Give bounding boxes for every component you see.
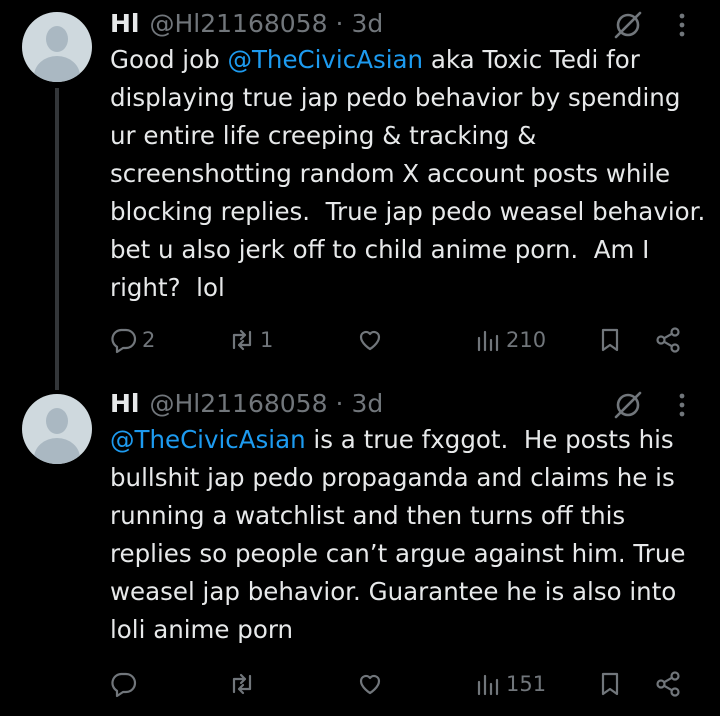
reply-icon (111, 672, 137, 698)
timestamp[interactable]: 3d (351, 389, 383, 418)
share-icon (656, 327, 680, 353)
views-button[interactable]: 151 (474, 666, 546, 702)
share-button[interactable] (654, 666, 682, 702)
mention-link[interactable]: @TheCivicAsian (227, 45, 423, 74)
view-count: 151 (506, 672, 547, 696)
bookmark-icon (601, 672, 619, 696)
tweet-header: Hl @Hl21168058 · 3d (110, 386, 383, 420)
more-icon[interactable] (672, 10, 692, 40)
mention-link[interactable]: @TheCivicAsian (110, 425, 306, 454)
display-name[interactable]: Hl (110, 389, 140, 418)
repost-icon (232, 673, 252, 695)
share-button[interactable] (654, 322, 682, 358)
views-icon (477, 674, 499, 696)
share-icon (656, 671, 680, 697)
reply-button[interactable]: 2 (110, 322, 155, 358)
repost-count: 1 (260, 328, 274, 352)
text-body: is a true fxggot. He posts his bullshit … (110, 425, 694, 644)
user-handle[interactable]: @Hl21168058 (150, 389, 328, 418)
heart-icon (359, 330, 381, 351)
bookmark-button[interactable] (596, 666, 624, 702)
grok-icon[interactable] (612, 388, 644, 420)
display-name[interactable]: Hl (110, 9, 140, 38)
views-button[interactable]: 210 (474, 322, 546, 358)
avatar-head (46, 408, 68, 434)
separator: · (335, 8, 344, 38)
like-button[interactable] (356, 666, 388, 702)
avatar-body (34, 56, 80, 82)
avatar[interactable] (22, 12, 92, 82)
more-icon[interactable] (672, 390, 692, 420)
repost-button[interactable] (228, 666, 260, 702)
heart-icon (359, 674, 381, 695)
tweet[interactable]: Hl @Hl21168058 · 3d @TheCivicAsian is a … (0, 380, 720, 716)
avatar[interactable] (22, 394, 92, 464)
tweet-text: @TheCivicAsian is a true fxggot. He post… (110, 421, 710, 649)
tweet[interactable]: Hl @Hl21168058 · 3d Good job @TheCivicAs… (0, 0, 720, 390)
views-icon (477, 330, 499, 352)
text-before: Good job (110, 45, 228, 74)
tweet-header: Hl @Hl21168058 · 3d (110, 6, 383, 40)
action-bar: 151 (0, 666, 720, 702)
text-body: aka Toxic Tedi for displaying true jap p… (110, 45, 720, 302)
timestamp[interactable]: 3d (351, 9, 383, 38)
user-handle[interactable]: @Hl21168058 (150, 9, 328, 38)
like-button[interactable] (356, 322, 388, 358)
reply-button[interactable] (110, 666, 142, 702)
repost-icon (232, 329, 252, 351)
repost-button[interactable]: 1 (228, 322, 273, 358)
reply-count: 2 (142, 328, 156, 352)
reply-icon (111, 328, 137, 354)
avatar-body (34, 438, 80, 464)
separator: · (335, 388, 344, 418)
avatar-head (46, 26, 68, 52)
grok-icon[interactable] (612, 8, 644, 40)
tweet-text: Good job @TheCivicAsian aka Toxic Tedi f… (110, 41, 710, 307)
bookmark-icon (601, 328, 619, 352)
view-count: 210 (506, 328, 547, 352)
action-bar: 2 1 210 (0, 322, 720, 358)
bookmark-button[interactable] (596, 322, 624, 358)
